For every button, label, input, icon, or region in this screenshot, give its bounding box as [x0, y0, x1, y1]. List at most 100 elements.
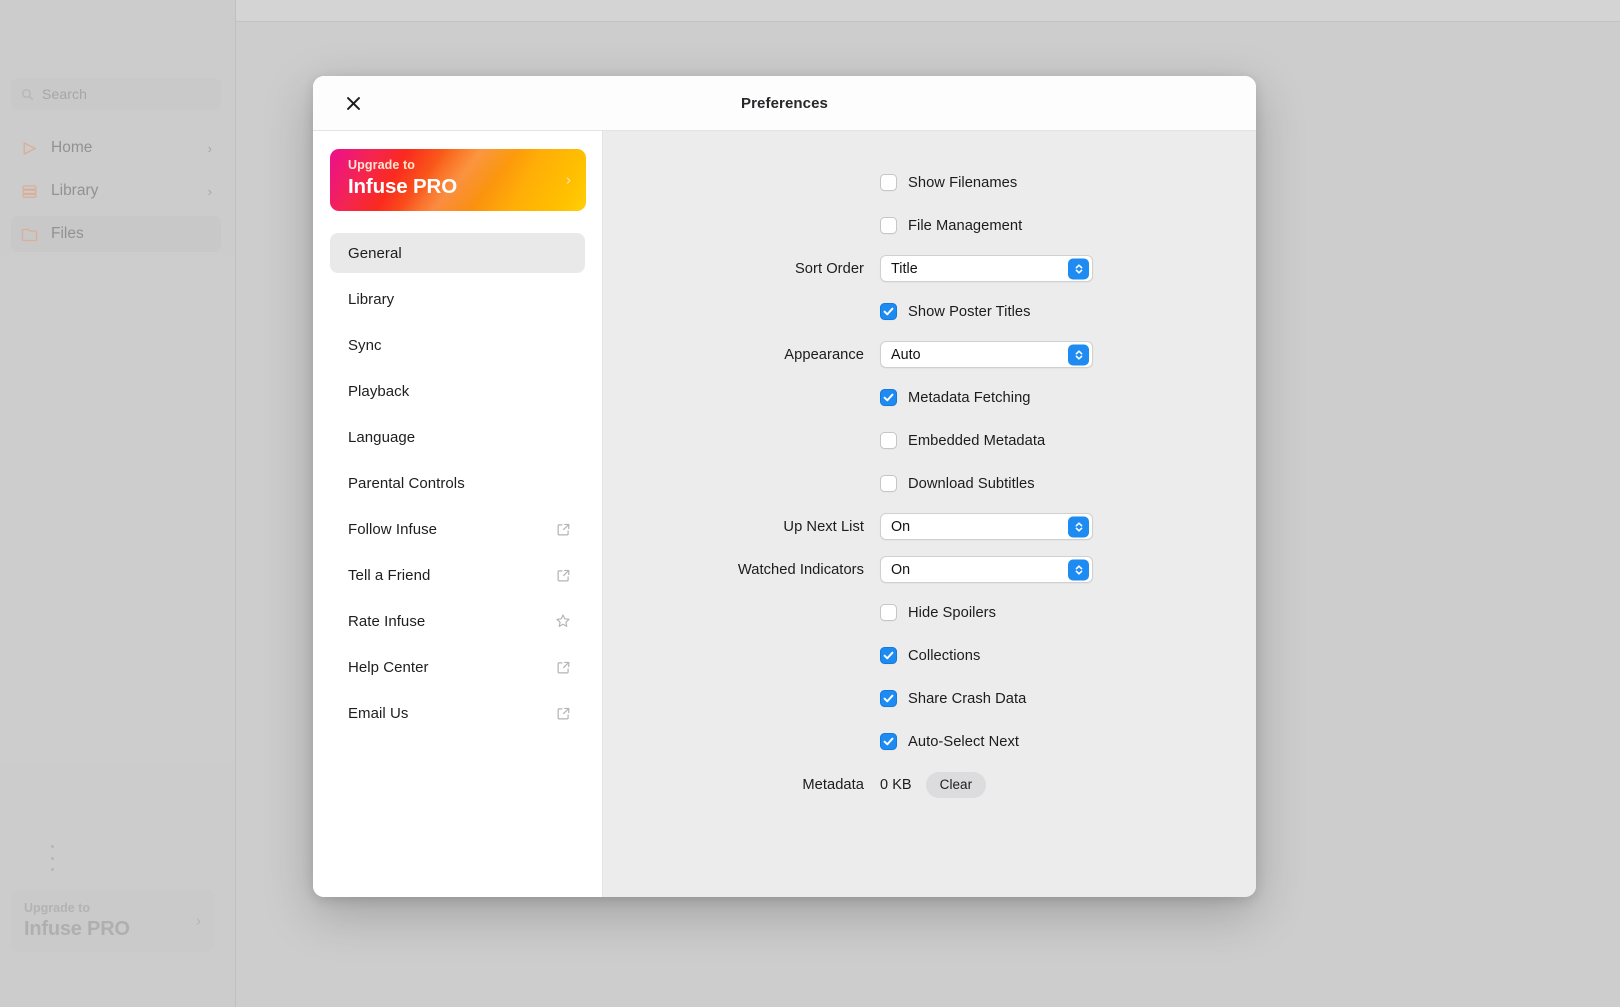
library-stack-icon — [20, 182, 39, 201]
checkbox-label-show-poster-titles: Show Poster Titles — [908, 303, 1031, 320]
app-root: Search Home › Library › Files Upgrade to… — [0, 0, 1620, 1007]
prefs-item-library-label: Library — [348, 290, 395, 308]
checkbox-box-unchecked — [880, 217, 897, 234]
checkbox-embedded-metadata[interactable]: Embedded Metadata — [880, 432, 1045, 449]
preferences-content: Show Filenames File Management Sort Orde… — [603, 131, 1256, 897]
select-sort-order[interactable]: Title — [880, 255, 1093, 282]
prefs-item-help-center[interactable]: Help Center — [330, 647, 585, 687]
checkbox-download-subtitles[interactable]: Download Subtitles — [880, 475, 1035, 492]
prefs-item-language[interactable]: Language — [330, 417, 585, 457]
external-link-icon — [555, 659, 571, 675]
prefs-item-general[interactable]: General — [330, 233, 585, 273]
checkbox-show-filenames[interactable]: Show Filenames — [880, 174, 1017, 191]
setting-row-appearance: Appearance Auto — [603, 333, 1256, 376]
prefs-item-rate-infuse[interactable]: Rate Infuse — [330, 601, 585, 641]
prefs-item-parental-controls[interactable]: Parental Controls — [330, 463, 585, 503]
chevron-right-icon: › — [207, 183, 212, 199]
setting-label-sort-order: Sort Order — [794, 260, 864, 277]
star-outline-icon — [555, 613, 571, 629]
preferences-sidebar: Upgrade to Infuse PRO › General Library … — [313, 131, 603, 897]
prefs-item-rate-infuse-label: Rate Infuse — [348, 612, 426, 630]
close-button[interactable] — [340, 90, 366, 116]
checkbox-box-unchecked — [880, 432, 897, 449]
close-icon — [345, 95, 362, 112]
checkbox-label-show-filenames: Show Filenames — [908, 174, 1018, 191]
external-link-icon — [555, 705, 571, 721]
metadata-size-value: 0 KB — [880, 776, 912, 793]
checkbox-collections[interactable]: Collections — [880, 647, 980, 664]
folder-icon — [20, 225, 39, 244]
setting-label-up-next-list: Up Next List — [783, 518, 864, 535]
chevron-right-icon: › — [207, 140, 212, 156]
preferences-nav-list: General Library Sync Playback Language P… — [330, 233, 585, 733]
sidebar-item-library[interactable]: Library › — [11, 173, 221, 209]
checkbox-auto-select-next[interactable]: Auto-Select Next — [880, 733, 1019, 750]
clear-metadata-button[interactable]: Clear — [925, 771, 987, 798]
select-up-next-list[interactable]: On — [880, 513, 1093, 540]
select-value-sort-order: Title — [891, 260, 918, 277]
prefs-item-library[interactable]: Library — [330, 279, 585, 319]
upgrade-pro-banner[interactable]: Upgrade to Infuse PRO › — [330, 149, 586, 211]
checkbox-label-embedded-metadata: Embedded Metadata — [908, 432, 1046, 449]
setting-label-appearance: Appearance — [784, 346, 864, 363]
external-link-icon — [555, 521, 571, 537]
checkbox-label-hide-spoilers: Hide Spoilers — [908, 604, 997, 621]
chevron-updown-icon[interactable] — [1068, 559, 1089, 580]
prefs-item-follow-infuse-label: Follow Infuse — [348, 520, 438, 538]
setting-row-embedded-metadata: Embedded Metadata — [603, 419, 1256, 462]
prefs-item-follow-infuse[interactable]: Follow Infuse — [330, 509, 585, 549]
checkbox-hide-spoilers[interactable]: Hide Spoilers — [880, 604, 996, 621]
chevron-updown-icon[interactable] — [1068, 516, 1089, 537]
more-dots-icon[interactable] — [45, 845, 59, 871]
chevron-updown-icon[interactable] — [1068, 344, 1089, 365]
sidebar-item-files-label: Files — [51, 225, 84, 242]
external-link-icon — [555, 567, 571, 583]
checkbox-box-checked — [880, 303, 897, 320]
setting-row-auto-select-next: Auto-Select Next — [603, 720, 1256, 763]
setting-row-show-filenames: Show Filenames — [603, 161, 1256, 204]
select-watched-indicators[interactable]: On — [880, 556, 1093, 583]
select-value-appearance: Auto — [891, 346, 921, 363]
prefs-item-language-label: Language — [348, 428, 416, 446]
checkbox-file-management[interactable]: File Management — [880, 217, 1022, 234]
checkbox-label-download-subtitles: Download Subtitles — [908, 475, 1035, 492]
sidebar-item-files[interactable]: Files — [11, 216, 221, 252]
checkbox-share-crash-data[interactable]: Share Crash Data — [880, 690, 1026, 707]
setting-row-hide-spoilers: Hide Spoilers — [603, 591, 1256, 634]
checkbox-label-file-management: File Management — [908, 217, 1023, 234]
checkbox-label-metadata-fetching: Metadata Fetching — [908, 389, 1031, 406]
search-input[interactable]: Search — [11, 78, 221, 110]
checkbox-label-share-crash-data: Share Crash Data — [908, 690, 1027, 707]
select-appearance[interactable]: Auto — [880, 341, 1093, 368]
prefs-item-email-us[interactable]: Email Us — [330, 693, 585, 733]
sidebar-item-library-label: Library — [51, 182, 99, 199]
prefs-item-tell-a-friend[interactable]: Tell a Friend — [330, 555, 585, 595]
setting-row-watched-indicators: Watched Indicators On — [603, 548, 1256, 591]
setting-row-file-management: File Management — [603, 204, 1256, 247]
background-sidebar: Search Home › Library › Files Upgrade to… — [0, 0, 236, 1007]
chevron-updown-icon[interactable] — [1068, 258, 1089, 279]
setting-row-share-crash-data: Share Crash Data — [603, 677, 1256, 720]
setting-label-watched-indicators: Watched Indicators — [737, 561, 864, 578]
checkbox-show-poster-titles[interactable]: Show Poster Titles — [880, 303, 1031, 320]
checkbox-box-unchecked — [880, 604, 897, 621]
checkbox-label-auto-select-next: Auto-Select Next — [908, 733, 1020, 750]
checkbox-metadata-fetching[interactable]: Metadata Fetching — [880, 389, 1031, 406]
checkbox-box-checked — [880, 733, 897, 750]
checkbox-box-unchecked — [880, 174, 897, 191]
prefs-item-tell-a-friend-label: Tell a Friend — [348, 566, 431, 584]
prefs-item-sync[interactable]: Sync — [330, 325, 585, 365]
prefs-item-general-label: General — [348, 244, 402, 262]
setting-row-show-poster-titles: Show Poster Titles — [603, 290, 1256, 333]
search-placeholder: Search — [42, 86, 87, 102]
setting-row-collections: Collections — [603, 634, 1256, 677]
setting-label-metadata: Metadata — [802, 776, 864, 793]
background-upgrade-big: Infuse PRO — [24, 917, 130, 940]
setting-row-up-next-list: Up Next List On — [603, 505, 1256, 548]
background-upgrade-button[interactable]: Upgrade to Infuse PRO › — [11, 890, 215, 952]
upgrade-banner-title: Infuse PRO — [348, 174, 457, 198]
chevron-right-icon: › — [196, 912, 201, 930]
sidebar-item-home[interactable]: Home › — [11, 130, 221, 166]
setting-row-metadata-fetching: Metadata Fetching — [603, 376, 1256, 419]
prefs-item-playback[interactable]: Playback — [330, 371, 585, 411]
